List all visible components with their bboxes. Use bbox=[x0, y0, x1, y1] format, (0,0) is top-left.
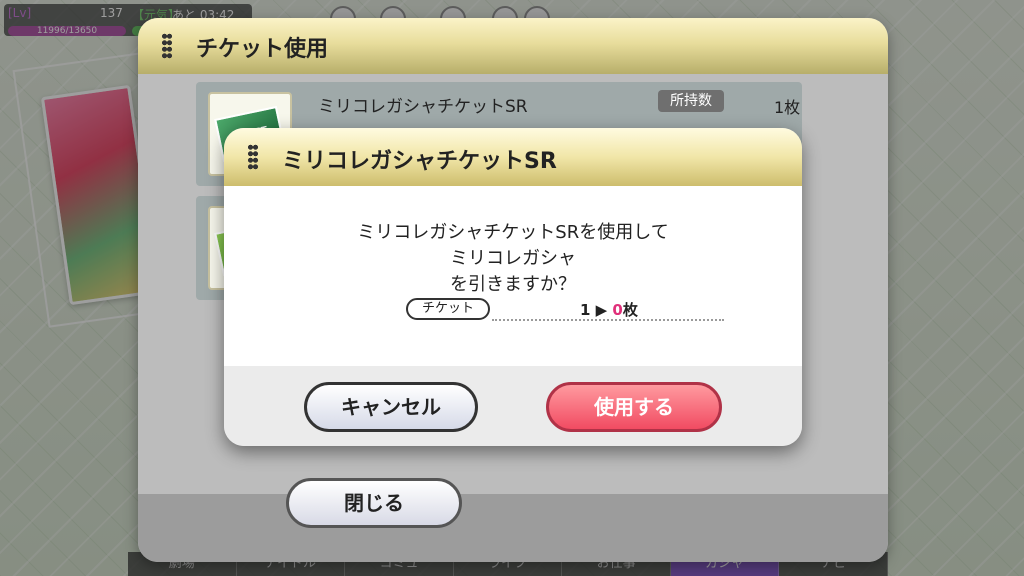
ticket-name: ミリコレガシャチケットSR bbox=[318, 97, 528, 117]
cancel-button[interactable]: キャンセル bbox=[304, 382, 478, 432]
owned-count: 1枚 bbox=[774, 98, 801, 117]
panel-header: チケット使用 bbox=[138, 18, 888, 74]
grip-icon bbox=[162, 33, 172, 59]
dialog-buttons: キャンセル 使用する bbox=[224, 128, 802, 446]
use-button[interactable]: 使用する bbox=[546, 382, 722, 432]
panel-title: チケット使用 bbox=[196, 37, 329, 62]
owned-badge: 所持数 bbox=[658, 90, 724, 112]
close-button[interactable]: 閉じる bbox=[286, 478, 462, 528]
panel-footer bbox=[138, 494, 888, 562]
